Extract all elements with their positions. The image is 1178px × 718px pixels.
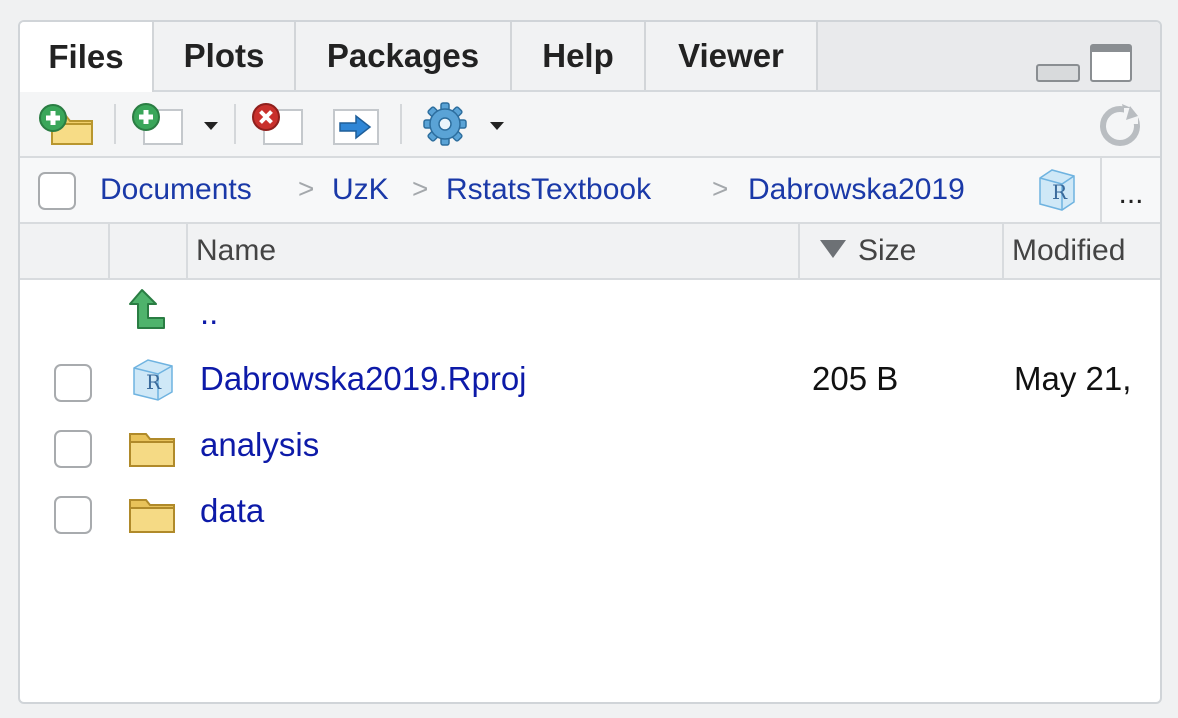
refresh-icon[interactable] [1096,102,1144,146]
files-pane: Files Plots Packages Help Viewer Documen… [18,20,1162,704]
file-name[interactable]: data [200,492,264,530]
breadcrumb-documents[interactable]: Documents [100,173,252,207]
column-modified[interactable]: Modified [1012,234,1125,268]
svg-text:R: R [146,370,162,394]
column-size[interactable]: Size [858,234,916,268]
up-arrow-icon[interactable] [128,288,168,332]
tab-plots[interactable]: Plots [154,22,296,90]
files-toolbar [20,92,1160,158]
table-row: R Dabrowska2019.Rproj 205 B May 21, [20,348,1160,414]
breadcrumb-more-button[interactable]: ... [1100,158,1160,222]
tab-packages[interactable]: Packages [296,22,512,90]
delete-icon[interactable] [248,102,306,146]
breadcrumb-uzk[interactable]: UzK [332,173,389,207]
tab-files[interactable]: Files [20,22,154,92]
rename-icon[interactable] [326,102,384,146]
folder-icon [129,499,175,533]
new-file-dropdown-icon[interactable] [204,122,218,130]
table-row: data [20,480,1160,546]
file-size: 205 B [812,360,899,397]
new-folder-icon[interactable] [38,102,96,146]
list-item[interactable]: .. [20,284,1160,350]
file-name[interactable]: .. [200,294,218,332]
breadcrumb: Documents > UzK > RstatsTextbook > Dabro… [20,158,1160,224]
breadcrumb-rstatstextbook[interactable]: RstatsTextbook [446,173,651,207]
gear-dropdown-icon[interactable] [490,122,504,130]
row-checkbox[interactable] [54,496,92,534]
row-checkbox[interactable] [54,430,92,468]
tab-help[interactable]: Help [512,22,646,90]
chevron-right-icon: > [712,173,729,204]
select-all-checkbox[interactable] [38,172,76,210]
tab-bar: Files Plots Packages Help Viewer [20,22,1160,92]
minimize-pane-button[interactable] [1036,64,1080,82]
tab-viewer[interactable]: Viewer [646,22,818,90]
chevron-right-icon: > [412,173,429,204]
gear-icon[interactable] [418,102,472,146]
column-name[interactable]: Name [196,234,276,268]
rproj-icon: R [133,359,173,401]
sort-descending-icon[interactable] [820,240,846,258]
folder-icon [129,433,175,467]
chevron-right-icon: > [298,173,315,204]
table-row: analysis [20,414,1160,480]
file-name[interactable]: analysis [200,426,319,464]
row-checkbox[interactable] [54,364,92,402]
file-modified: May 21, [1014,360,1132,397]
file-name[interactable]: Dabrowska2019.Rproj [200,360,527,398]
maximize-pane-button[interactable] [1090,44,1132,82]
breadcrumb-dabrowska2019[interactable]: Dabrowska2019 [748,173,965,207]
new-file-icon[interactable] [128,102,186,146]
rproj-icon[interactable]: R [1032,166,1080,214]
column-header: Name Size Modified [20,224,1160,280]
svg-text:R: R [1052,180,1068,204]
